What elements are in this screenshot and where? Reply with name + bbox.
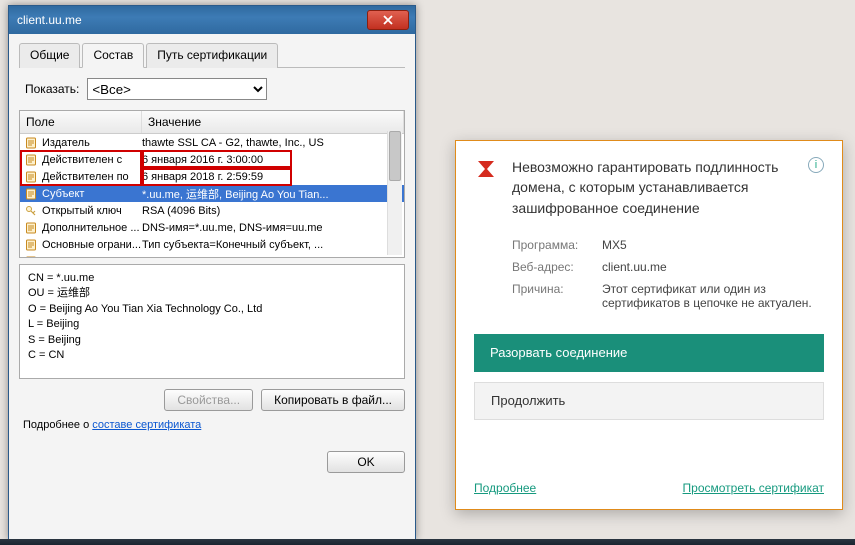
cell-value: DNS-имя=*.uu.me, DNS-имя=uu.me xyxy=(142,222,402,234)
cell-value: thawte SSL CA - G2, thawte, Inc., US xyxy=(142,137,402,149)
tab-strip: Общие Состав Путь сертификации xyxy=(19,42,405,68)
kaspersky-logo-icon xyxy=(474,157,498,181)
tab-details[interactable]: Состав xyxy=(82,43,144,68)
scrollbar[interactable] xyxy=(387,131,402,255)
key-icon xyxy=(24,204,38,218)
cell-field: Субъект xyxy=(42,188,142,200)
more-link[interactable]: Подробнее xyxy=(474,481,536,495)
certificate-icon xyxy=(24,136,38,150)
cell-value: RSA (4096 Bits) xyxy=(142,205,402,217)
value-address: client.uu.me xyxy=(602,260,824,274)
certificate-dialog: client.uu.me Общие Состав Путь сертифика… xyxy=(8,5,416,540)
properties-button: Свойства... xyxy=(164,389,253,411)
learn-more-link[interactable]: составе сертификата xyxy=(92,419,201,431)
col-field[interactable]: Поле xyxy=(20,111,142,133)
table-row[interactable]: Основные ограни...Тип субъекта=Конечный … xyxy=(20,236,404,253)
certificate-icon xyxy=(24,170,38,184)
cell-value: 6 января 2018 г. 2:59:59 xyxy=(142,171,402,183)
table-row[interactable]: Дополнительное ...DNS-имя=*.uu.me, DNS-и… xyxy=(20,219,404,236)
certificate-icon xyxy=(24,221,38,235)
table-row[interactable]: Действителен с6 января 2016 г. 3:00:00 xyxy=(20,151,404,168)
taskbar[interactable] xyxy=(0,539,855,545)
table-row[interactable]: Субъект*.uu.me, 运维部, Beijing Ao You Tian… xyxy=(20,185,404,202)
fields-table: Поле Значение Издательthawte SSL CA - G2… xyxy=(19,110,405,258)
label-program: Программа: xyxy=(512,238,602,252)
close-icon xyxy=(383,15,393,25)
cell-value: [1]Политика сертификата:Идентиф... xyxy=(142,256,402,259)
table-row[interactable]: Действителен по6 января 2018 г. 2:59:59 xyxy=(20,168,404,185)
table-row[interactable]: Политики сертиф...[1]Политика сертификат… xyxy=(20,253,404,258)
info-icon[interactable]: i xyxy=(808,157,824,173)
table-row[interactable]: Открытый ключRSA (4096 Bits) xyxy=(20,202,404,219)
certificate-icon xyxy=(24,187,38,201)
certificate-icon xyxy=(24,255,38,259)
titlebar[interactable]: client.uu.me xyxy=(9,6,415,34)
close-button[interactable] xyxy=(367,10,409,30)
continue-button[interactable]: Продолжить xyxy=(474,382,824,420)
copy-to-file-button[interactable]: Копировать в файл... xyxy=(261,389,405,411)
cell-field: Основные ограни... xyxy=(42,239,142,251)
window-title: client.uu.me xyxy=(17,13,367,27)
kaspersky-title: Невозможно гарантировать подлинность дом… xyxy=(512,157,794,218)
value-reason: Этот сертификат или один из сертификатов… xyxy=(602,282,824,310)
show-select[interactable]: <Все> xyxy=(87,78,267,100)
show-label: Показать: xyxy=(25,82,79,96)
col-value[interactable]: Значение xyxy=(142,111,404,133)
cell-value: *.uu.me, 运维部, Beijing Ao You Tian... xyxy=(142,186,402,202)
cell-field: Открытый ключ xyxy=(42,205,142,217)
cell-field: Политики сертиф... xyxy=(42,256,142,259)
label-reason: Причина: xyxy=(512,282,602,310)
kaspersky-popup: Невозможно гарантировать подлинность дом… xyxy=(455,140,843,510)
value-program: MX5 xyxy=(602,238,824,252)
cell-value: Тип субъекта=Конечный субъект, ... xyxy=(142,239,402,251)
certificate-icon xyxy=(24,238,38,252)
tab-general[interactable]: Общие xyxy=(19,43,80,68)
cell-field: Дополнительное ... xyxy=(42,222,142,234)
view-cert-link[interactable]: Просмотреть сертификат xyxy=(683,481,824,495)
table-row[interactable]: Издательthawte SSL CA - G2, thawte, Inc.… xyxy=(20,134,404,151)
cell-field: Издатель xyxy=(42,137,142,149)
ok-button[interactable]: OK xyxy=(327,451,405,473)
tab-certpath[interactable]: Путь сертификации xyxy=(146,43,278,68)
scroll-thumb[interactable] xyxy=(389,131,401,181)
disconnect-button[interactable]: Разорвать соединение xyxy=(474,334,824,372)
certificate-icon xyxy=(24,153,38,167)
cell-field: Действителен по xyxy=(42,171,142,183)
cell-value: 6 января 2016 г. 3:00:00 xyxy=(142,154,402,166)
cell-field: Действителен с xyxy=(42,154,142,166)
subject-details[interactable]: CN = *.uu.me OU = 运维部 O = Beijing Ao You… xyxy=(19,264,405,379)
learn-more-prefix: Подробнее о xyxy=(23,419,92,431)
label-address: Веб-адрес: xyxy=(512,260,602,274)
